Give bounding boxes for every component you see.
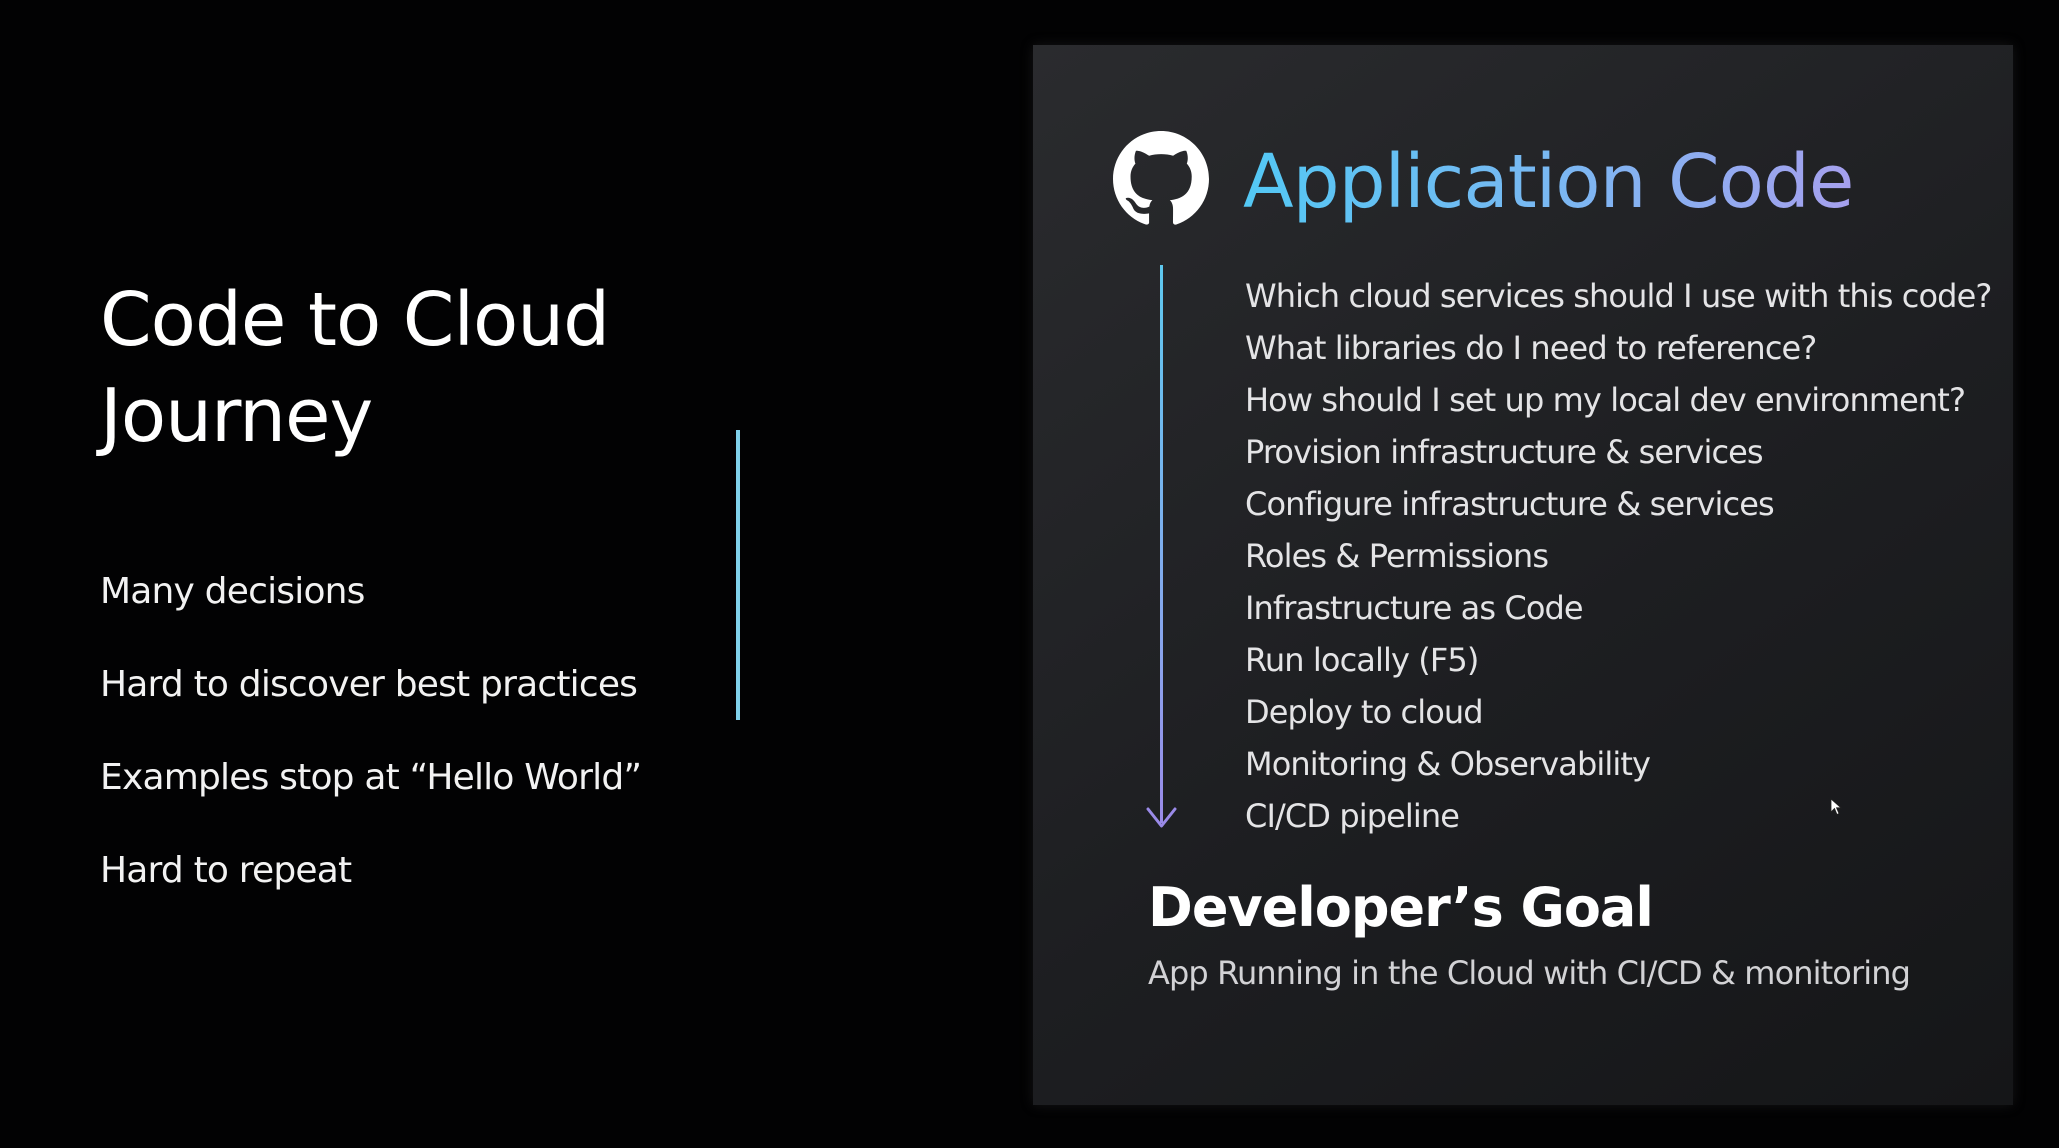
journey-step: Roles & Permissions [1245, 537, 1549, 575]
challenge-item: Hard to discover best practices [100, 664, 638, 705]
journey-step: Provision infrastructure & services [1245, 433, 1764, 471]
slide-title-line-2: Journey [100, 373, 373, 459]
vertical-divider [736, 430, 740, 720]
journey-step: CI/CD pipeline [1245, 797, 1460, 835]
journey-step: Infrastructure as Code [1245, 589, 1584, 627]
challenge-list: Many decisions Hard to discover best pra… [100, 545, 642, 917]
application-code-panel: Application Code Which cloud services sh… [1033, 45, 2013, 1105]
arrow-down-icon [1146, 807, 1177, 828]
github-icon [1113, 131, 1209, 225]
journey-step: How should I set up my local dev environ… [1245, 381, 1966, 419]
journey-step: Run locally (F5) [1245, 641, 1479, 679]
flow-line [1160, 265, 1163, 823]
developer-goal-subtitle: App Running in the Cloud with CI/CD & mo… [1148, 954, 1911, 992]
slide-title-line-1: Code to Cloud [100, 277, 610, 363]
challenge-item: Examples stop at “Hello World” [100, 757, 642, 798]
journey-step: Deploy to cloud [1245, 693, 1484, 731]
journey-step: Monitoring & Observability [1245, 745, 1651, 783]
panel-title: Application Code [1243, 139, 1854, 225]
journey-steps-list: Which cloud services should I use with t… [1245, 270, 1992, 842]
mouse-cursor-icon [1830, 798, 1842, 816]
challenge-item: Many decisions [100, 571, 365, 612]
journey-step: What libraries do I need to reference? [1245, 329, 1817, 367]
slide-title: Code to Cloud Journey [100, 272, 720, 464]
presentation-slide: Code to Cloud Journey Many decisions Har… [0, 0, 2059, 1148]
challenge-item: Hard to repeat [100, 850, 352, 891]
journey-step: Configure infrastructure & services [1245, 485, 1775, 523]
developer-goal-title: Developer’s Goal [1148, 876, 1654, 939]
journey-step: Which cloud services should I use with t… [1245, 277, 1992, 315]
